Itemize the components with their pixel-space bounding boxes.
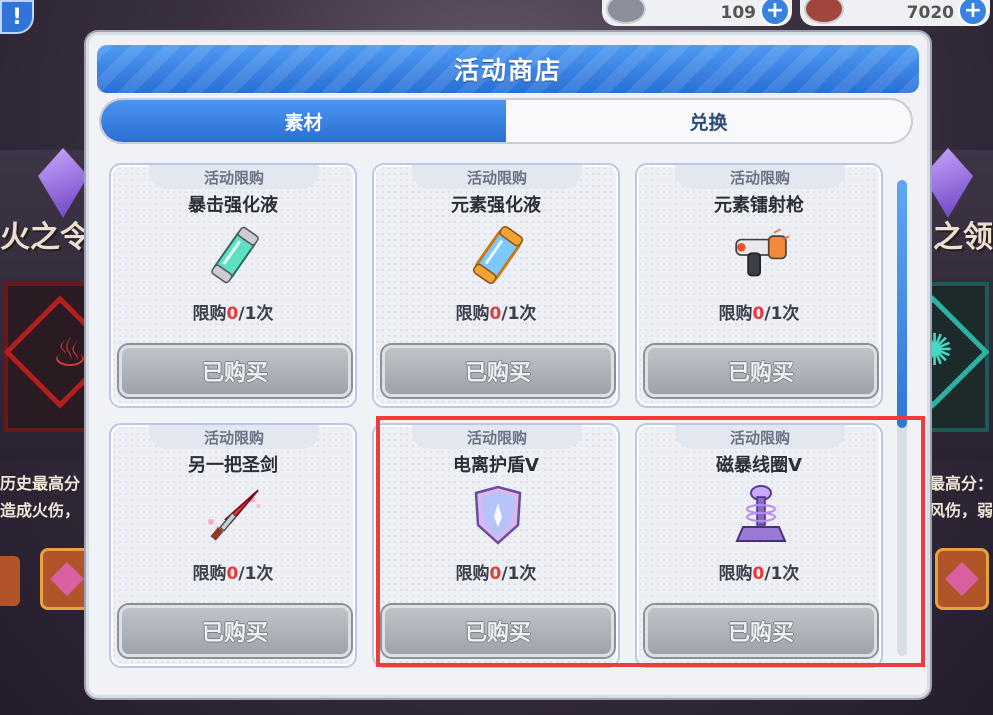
shop-item-card[interactable]: 活动限购 暴击强化液 限购0/1次 已购买 xyxy=(109,163,357,408)
limited-tag: 活动限购 xyxy=(412,165,582,189)
bought-count: 0 xyxy=(226,564,239,584)
exclamation-icon: ! xyxy=(11,4,23,30)
shop-tabs: 素材 兑换 xyxy=(99,98,913,144)
bg-stage-title-left: 火之令 xyxy=(0,220,90,255)
shop-item-card[interactable]: 活动限购 元素强化液 限购0/1次 已购买 xyxy=(372,163,620,408)
purchase-limit: 限购0/1次 xyxy=(374,299,618,324)
bg-stage-title-right: 之领 xyxy=(933,220,993,255)
purchased-button[interactable]: 已购买 xyxy=(382,345,614,397)
bg-text-right-2: 风伤，弱 xyxy=(928,501,993,520)
add-key-button[interactable]: + xyxy=(760,0,790,26)
limit-prefix: 限购 xyxy=(455,304,490,324)
laser-gun-icon xyxy=(731,223,791,287)
alert-button[interactable]: ! xyxy=(0,0,34,34)
key-resource: 109 + xyxy=(602,0,792,26)
gem-resource: 7020 + xyxy=(800,0,990,26)
key-icon xyxy=(606,0,646,24)
bought-count: 0 xyxy=(752,304,765,324)
gem-count: 7020 xyxy=(906,3,954,23)
item-name: 暴击强化液 xyxy=(188,195,278,216)
modal-title: 活动商店 xyxy=(97,45,919,93)
shop-item-card[interactable]: 活动限购 另一把圣剑 限购0/1次 已购买 xyxy=(109,423,357,668)
limit-suffix: /1次 xyxy=(501,304,537,324)
limit-suffix: /1次 xyxy=(238,304,274,324)
bought-count: 0 xyxy=(226,304,239,324)
currency-icon xyxy=(804,0,844,24)
item-name: 元素强化液 xyxy=(451,195,541,216)
bg-text-left-2: 造成火伤， xyxy=(0,501,81,520)
limit-suffix: /1次 xyxy=(238,564,274,584)
gem-slot-right[interactable] xyxy=(935,548,989,610)
limit-prefix: 限购 xyxy=(718,304,753,324)
sword-icon xyxy=(205,483,265,547)
limit-prefix: 限购 xyxy=(192,564,227,584)
item-name: 元素镭射枪 xyxy=(714,195,804,216)
limited-tag: 活动限购 xyxy=(149,165,319,189)
purchased-button[interactable]: 已购买 xyxy=(645,345,877,397)
flame-icon: ♨ xyxy=(52,330,88,376)
tab-materials[interactable]: 素材 xyxy=(101,100,506,142)
purchase-limit: 限购0/1次 xyxy=(111,299,355,324)
scrollbar-thumb[interactable] xyxy=(897,180,907,428)
green-vial-icon xyxy=(205,223,265,287)
bg-item-slot[interactable] xyxy=(0,556,20,606)
bg-text-left-1: 历史最高分 xyxy=(0,474,81,493)
bg-text-right-1: 最高分： xyxy=(928,474,993,493)
item-name: 另一把圣剑 xyxy=(188,455,278,476)
limit-suffix: /1次 xyxy=(764,304,800,324)
highlight-box xyxy=(376,416,925,667)
add-gem-button[interactable]: + xyxy=(958,0,988,26)
purchased-button[interactable]: 已购买 xyxy=(119,345,351,397)
blue-vial-icon xyxy=(468,223,528,287)
limited-tag: 活动限购 xyxy=(675,165,845,189)
tab-exchange[interactable]: 兑换 xyxy=(506,100,911,142)
purchased-button[interactable]: 已购买 xyxy=(119,605,351,657)
limited-tag: 活动限购 xyxy=(149,425,319,449)
purchase-limit: 限购0/1次 xyxy=(111,559,355,584)
purchase-limit: 限购0/1次 xyxy=(637,299,881,324)
limit-prefix: 限购 xyxy=(192,304,227,324)
key-count: 109 xyxy=(720,3,757,23)
bought-count: 0 xyxy=(489,304,502,324)
shop-item-card[interactable]: 活动限购 元素镭射枪 限购0/1次 已购买 xyxy=(635,163,883,408)
